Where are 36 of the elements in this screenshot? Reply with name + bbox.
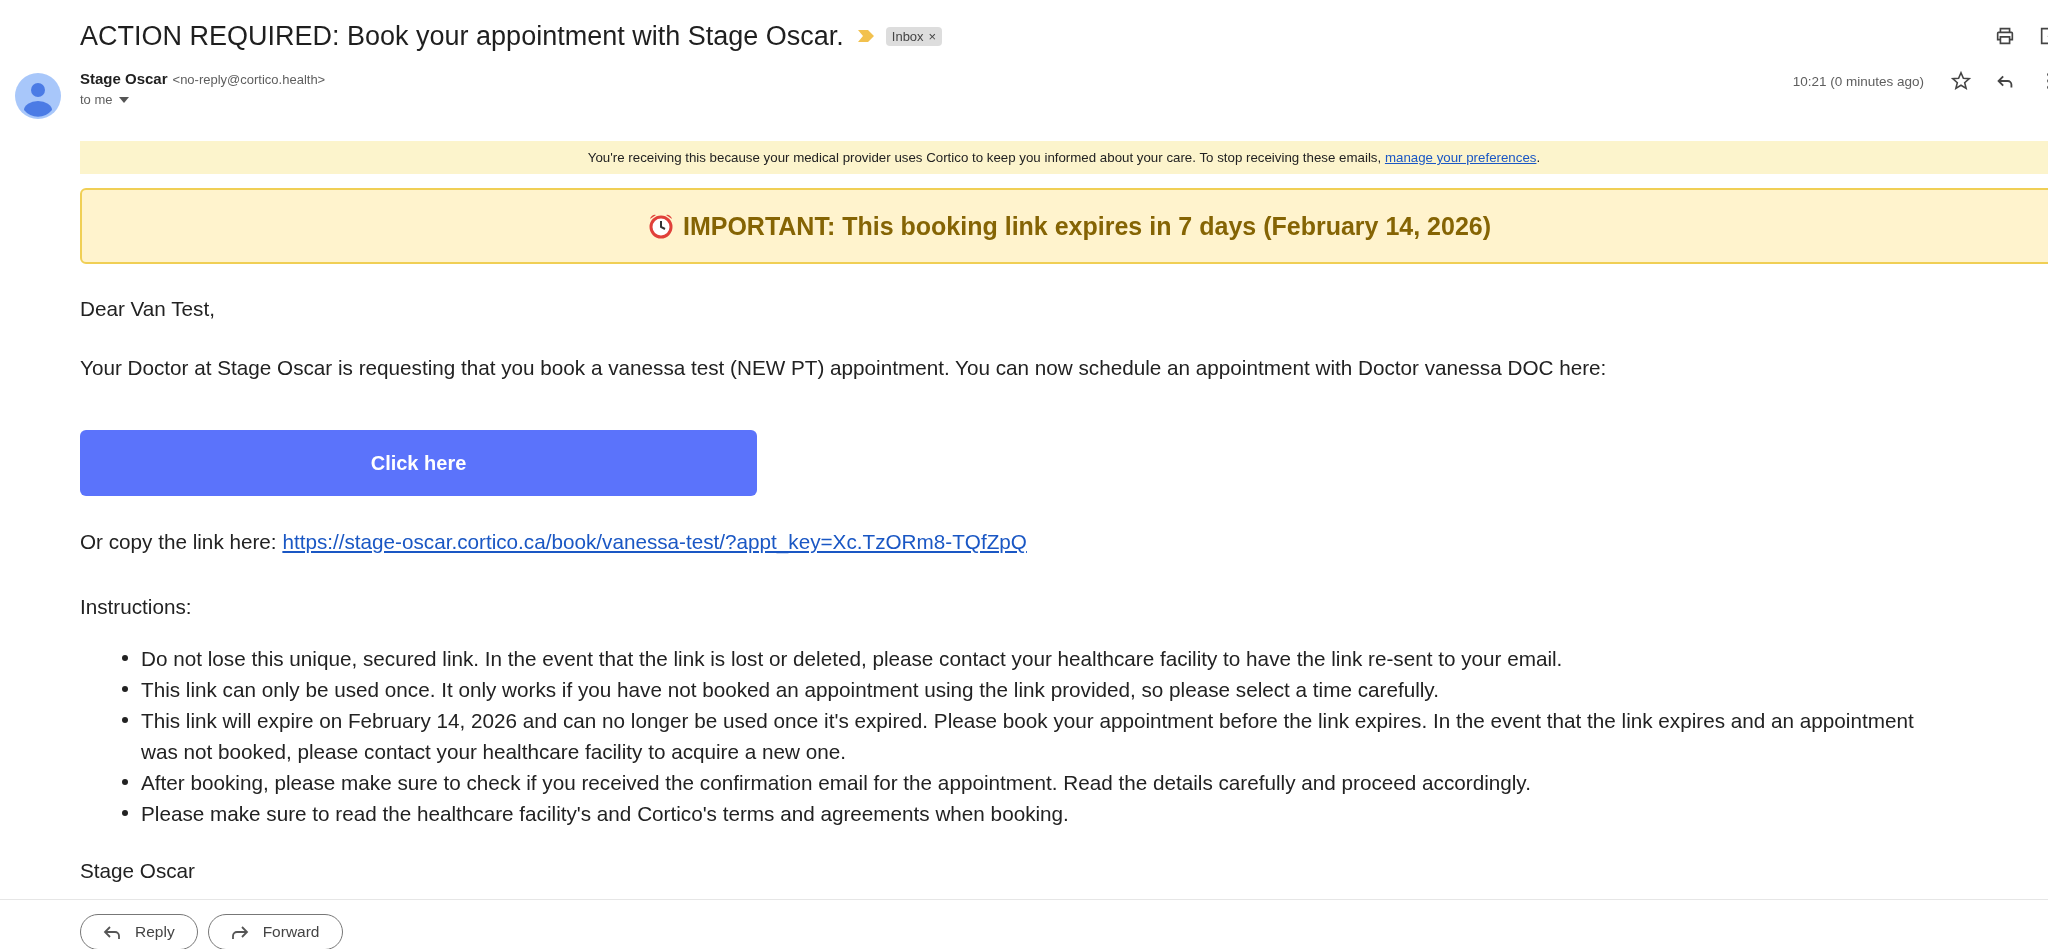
- bullet-dot: [122, 779, 128, 785]
- label-text: Inbox: [891, 28, 924, 44]
- alert-text: IMPORTANT: This booking link expires in 7 days (February 14, 2026): [682, 211, 1492, 241]
- remove-label-button[interactable]: ×: [928, 28, 937, 44]
- bullet-dot: [122, 655, 128, 661]
- forward-button[interactable]: Forward: [207, 914, 343, 949]
- email-subject: ACTION REQUIRED: Book your appointment with Stage Oscar.: [80, 20, 844, 52]
- greeting-text: Dear Van Test,: [80, 297, 216, 321]
- avatar-icon: [15, 73, 61, 119]
- notice-text: You're receiving this because your medical provider uses Cortico to keep you informed about your care. To stop receiving these emails, manage your preferences.: [587, 150, 1541, 165]
- forward-arrow-icon: [230, 924, 249, 940]
- reply-button[interactable]: Reply: [80, 914, 198, 949]
- signature-text: Stage Oscar: [80, 859, 196, 883]
- caret-icon[interactable]: [118, 96, 129, 103]
- intro-paragraph: Your Doctor at Stage Oscar is requesting that you book a vanessa test (NEW PT) appointment. You can now schedule an appointment with Doctor vanessa DOC here:: [80, 356, 1608, 380]
- reply-arrow-icon: [103, 924, 121, 940]
- recipient-text: to me: [80, 92, 113, 107]
- copy-link-text: Or copy the link here: https://stage-oscar.cortico.ca/book/vanessa-test/?appt_key=Xc.TzORm8-TQfZpQ: [80, 530, 1028, 554]
- instruction-text: Do not lose this unique, secured link. In the event that the link is lost or deleted, please contact your healthcare facility to have the link re-sent to your email.: [141, 646, 1564, 672]
- timestamp: 10:21 (0 minutes ago): [1792, 73, 1924, 89]
- sender-name: Stage Oscar: [80, 70, 168, 87]
- instruction-text: After booking, please make sure to check if you received the confirmation email for the appointment. Read the details carefully and proceed accordingly.: [141, 770, 1532, 796]
- label-chip[interactable]: Inbox ×: [885, 26, 943, 46]
- star-icon[interactable]: [1950, 70, 1972, 92]
- bullet-dot: [122, 810, 128, 816]
- instruction-text: Please make sure to read the healthcare facility's and Cortico's terms and agreements when booking.: [141, 801, 1070, 827]
- importance-marker-icon[interactable]: [857, 30, 874, 42]
- instruction-text: This link can only be used once. It only works if you have not booked an appointment using the link provided, so please select a time carefully.: [141, 677, 1440, 703]
- sender-address: <no-reply@cortico.health>: [172, 72, 326, 87]
- instructions-heading: Instructions:: [80, 595, 193, 619]
- booking-link[interactable]: https://stage-oscar.cortico.ca/book/vanessa-test/?appt_key=Xc.TzORm8-TQfZpQ: [282, 530, 1027, 553]
- print-icon[interactable]: [1994, 25, 2016, 47]
- booking-button[interactable]: Click here: [80, 430, 757, 496]
- instruction-text: This link will expire on February 14, 2026 and can no longer be used once it's expired. Please book your appointment before the link expires. In the event that the link expires and an appointment was not booked, please contact your healthcare facility to acquire a new one.: [141, 708, 1915, 765]
- bullet-dot: [122, 686, 128, 692]
- bullet-dot: [122, 717, 128, 723]
